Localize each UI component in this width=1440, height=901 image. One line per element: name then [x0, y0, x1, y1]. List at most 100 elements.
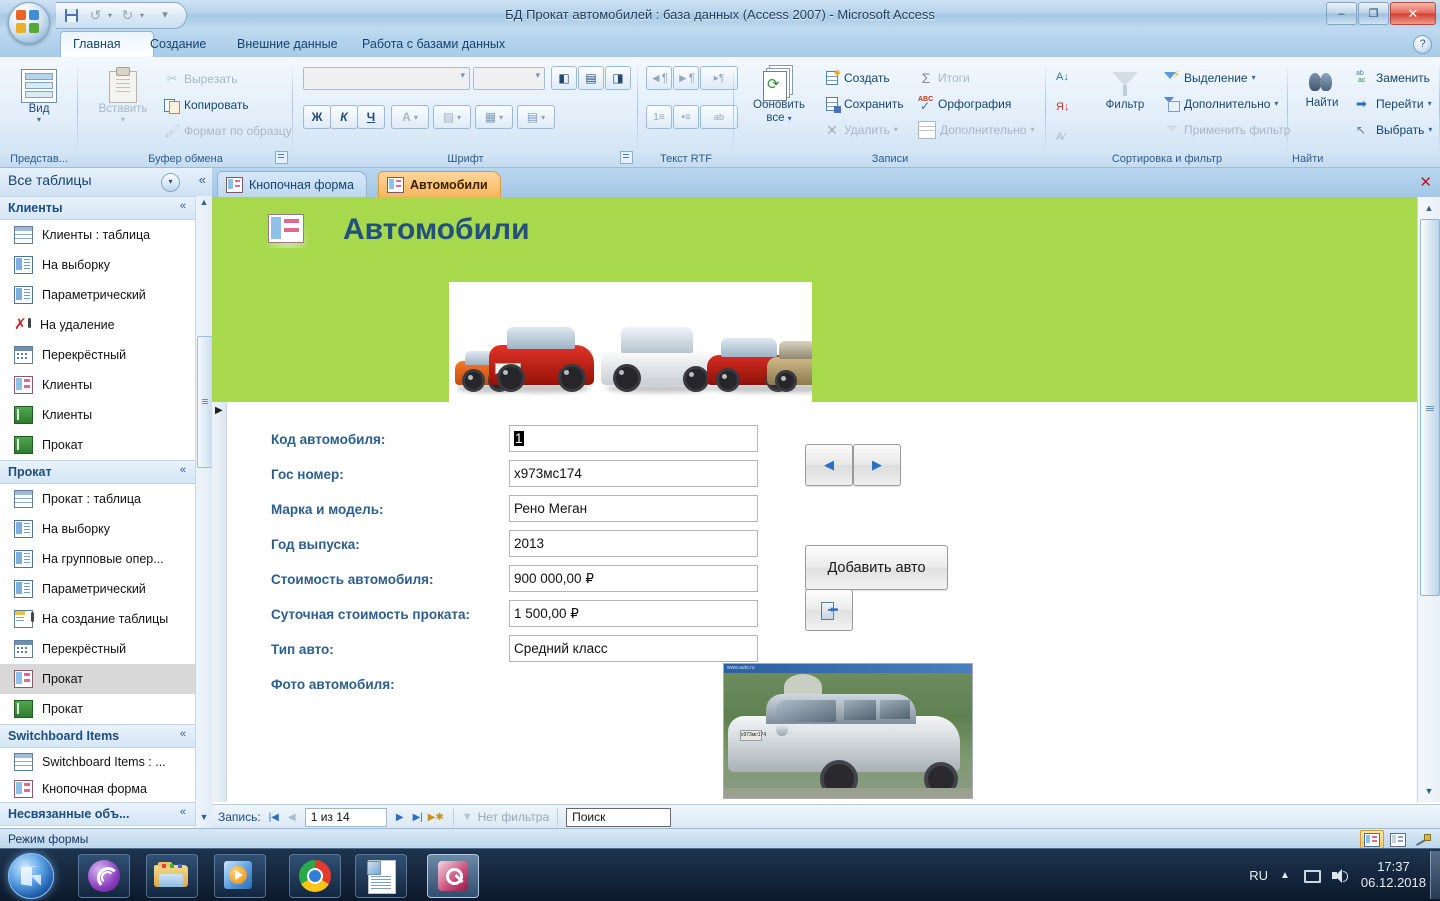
scrollbar-thumb[interactable]	[197, 336, 213, 468]
replace-button[interactable]: ab ac Заменить	[1356, 68, 1430, 88]
cut-button[interactable]: ✂ Вырезать	[164, 69, 238, 89]
show-hidden-icons-button[interactable]: ▲	[1280, 870, 1290, 881]
chevron-up-icon[interactable]: «	[180, 464, 186, 476]
bulleted-list-button[interactable]: •≡	[673, 105, 699, 129]
start-button[interactable]	[8, 853, 54, 899]
nav-group-header-klienty[interactable]: Клиенты «	[0, 196, 196, 220]
filter-button[interactable]: Фильтр	[1094, 69, 1156, 112]
record-counter[interactable]: 1 из 14	[304, 807, 387, 827]
language-indicator[interactable]: RU	[1249, 868, 1268, 883]
taskbar-item-media-player[interactable]	[214, 854, 266, 898]
nav-item-na-sozdanie-tablicy[interactable]: На создание таблицы	[0, 604, 196, 634]
scroll-up-icon[interactable]: ▲	[1420, 199, 1438, 217]
close-button[interactable]: ✕	[1390, 2, 1436, 25]
underline-button[interactable]: Ч	[357, 105, 385, 129]
field-input-kod-avtomobilya[interactable]: 1	[509, 425, 758, 452]
select-caret-icon[interactable]: ▾	[1428, 126, 1432, 134]
chevron-up-icon[interactable]: «	[180, 806, 186, 818]
find-button[interactable]: Найти	[1294, 69, 1350, 110]
navigation-pane-collapse-icon[interactable]: «	[199, 172, 206, 187]
scroll-down-icon[interactable]: ▼	[197, 812, 211, 827]
nav-item-na-udalenie[interactable]: ✗ На удаление	[0, 310, 196, 340]
add-car-button[interactable]: Добавить авто	[805, 545, 948, 590]
italic-button[interactable]: К	[330, 105, 358, 129]
tab-rabota-s-bazami[interactable]: Работа с базами данных	[350, 31, 517, 57]
bold-button[interactable]: Ж	[303, 105, 331, 129]
field-input-god-vypuska[interactable]: 2013	[509, 530, 758, 557]
show-desktop-button[interactable]	[1430, 851, 1440, 899]
search-input[interactable]: Поиск	[566, 807, 672, 827]
scroll-up-icon[interactable]: ▲	[197, 197, 211, 212]
indent-decrease-button[interactable]: ◄¶	[646, 66, 672, 90]
nav-item-switchboard-items-table[interactable]: Switchboard Items : ...	[0, 748, 196, 775]
undo-dropdown[interactable]: ▾	[105, 6, 115, 25]
prev-record-button[interactable]: ◀	[283, 808, 301, 826]
font-size-combo[interactable]	[473, 67, 545, 90]
taskbar-item-bittorrent[interactable]	[78, 854, 130, 898]
save-record-button[interactable]: Сохранить	[824, 94, 904, 114]
layout-view-button[interactable]	[1386, 830, 1410, 849]
alternate-fill-button[interactable]: ▤ ▾	[517, 105, 555, 129]
align-left-button[interactable]: ◧	[551, 66, 577, 90]
nav-item-gruppovye-operacii[interactable]: На групповые опер...	[0, 544, 196, 574]
customize-qat-button[interactable]: ▾	[158, 6, 172, 25]
previous-record-button[interactable]: ◀	[805, 444, 853, 486]
more-records-button[interactable]: Дополнительно ▾	[918, 120, 1034, 140]
doc-tab-avtomobili[interactable]: Автомобили	[378, 171, 501, 198]
new-record-button-nav[interactable]: ▶✱	[427, 808, 445, 826]
align-center-button[interactable]: ▤	[578, 66, 604, 90]
clock[interactable]: 17:37 06.12.2018	[1361, 859, 1436, 891]
nav-item-na-vyborku-1[interactable]: На выборку	[0, 250, 196, 280]
navigation-pane-scrollbar[interactable]: ▲ ▼	[195, 196, 213, 828]
goto-caret-icon[interactable]: ▾	[1428, 100, 1432, 108]
field-input-gos-nomer[interactable]: х973мс174	[509, 460, 758, 487]
text-direction-button[interactable]: ▸¶	[700, 66, 738, 90]
nav-group-header-prokat[interactable]: Прокат «	[0, 460, 196, 484]
nav-item-na-vyborku-2[interactable]: На выборку	[0, 514, 196, 544]
refresh-caret-icon[interactable]: ▾	[788, 114, 792, 123]
nav-item-prokat-otchet-1[interactable]: Прокат	[0, 430, 196, 460]
paste-caret-icon[interactable]: ▾	[121, 116, 125, 124]
office-button[interactable]	[8, 2, 50, 44]
exit-button[interactable]: ⬅	[805, 589, 853, 631]
selection-button[interactable]: ⚡ Выделение ▾	[1164, 68, 1256, 88]
restore-button[interactable]: ❐	[1358, 2, 1389, 25]
paste-button[interactable]: Вставить ▾	[90, 67, 156, 124]
indent-increase-button[interactable]: ►¶	[673, 66, 699, 90]
font-color-button[interactable]: A ▾	[391, 105, 429, 129]
sort-descending-button[interactable]: Я↓	[1056, 97, 1072, 117]
fill-color-button[interactable]: ▨ ▾	[433, 105, 471, 129]
help-button[interactable]: ?	[1413, 35, 1432, 54]
advanced-caret-icon[interactable]: ▾	[1274, 100, 1278, 108]
delete-caret-icon[interactable]: ▾	[894, 126, 898, 134]
filter-status[interactable]: ▼ Нет фильтра	[462, 810, 549, 824]
clipboard-dialog-launcher[interactable]	[275, 151, 288, 164]
view-caret-icon[interactable]: ▾	[37, 116, 41, 124]
nav-item-parametricheskiy-2[interactable]: Параметрический	[0, 574, 196, 604]
nav-item-knopochnaya-forma[interactable]: Кнопочная форма	[0, 775, 196, 802]
field-input-stoimost-avtomobilya[interactable]: 900 000,00 ₽	[509, 565, 758, 592]
format-painter-button[interactable]: 🖌 Формат по образцу	[164, 121, 292, 141]
doc-tab-knopochnaya-forma[interactable]: Кнопочная форма	[217, 171, 367, 198]
sort-ascending-button[interactable]: А↓	[1056, 67, 1072, 87]
nav-group-header-unrelated[interactable]: Несвязанные объ... «	[0, 802, 196, 826]
refresh-all-button[interactable]: ⟳ Обновить все ▾	[744, 65, 814, 125]
undo-button[interactable]: ↺	[86, 6, 105, 25]
taskbar-item-access[interactable]	[427, 854, 479, 898]
nav-item-parametricheskiy-1[interactable]: Параметрический	[0, 280, 196, 310]
form-view-button[interactable]	[1360, 830, 1384, 849]
goto-button[interactable]: ➡ Перейти ▾	[1356, 94, 1432, 114]
nav-item-perekrestnyy-1[interactable]: Перекрёстный	[0, 340, 196, 370]
apply-filter-button[interactable]: Применить фильтр	[1164, 120, 1290, 140]
more-caret-icon[interactable]: ▾	[1030, 126, 1034, 134]
field-input-sutochnaya-stoimost[interactable]: 1 500,00 ₽	[509, 600, 758, 627]
numbered-list-button[interactable]: 1≡	[646, 105, 672, 129]
highlight-button[interactable]: ab	[700, 105, 738, 129]
chevron-up-icon[interactable]: «	[180, 728, 186, 740]
field-input-tip-avto[interactable]: Средний класс	[509, 635, 758, 662]
new-record-button[interactable]: ✸ Создать	[824, 68, 890, 88]
close-document-icon[interactable]: ✕	[1419, 173, 1432, 191]
tab-sozdanie[interactable]: Создание	[138, 31, 218, 57]
design-view-button[interactable]	[1412, 830, 1436, 849]
tab-vneshnie-dannye[interactable]: Внешние данные	[225, 31, 350, 57]
